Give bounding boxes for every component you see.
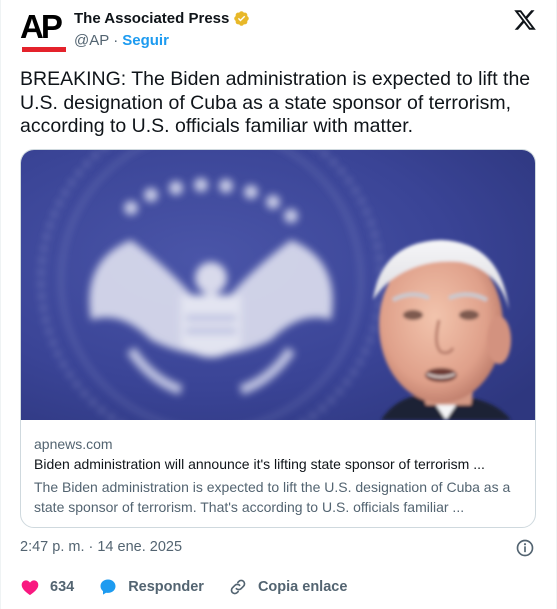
copy-link-label: Copia enlace [257, 579, 348, 595]
reply-button[interactable]: Responder [98, 577, 204, 597]
heart-icon [21, 580, 39, 595]
follow-button[interactable]: Seguir [122, 32, 169, 49]
avatar-logo-text: AP [20, 8, 63, 45]
author-name-row: The Associated Press [74, 10, 250, 27]
info-icon[interactable] [515, 538, 535, 558]
reply-label: Responder [128, 579, 204, 595]
avatar-logo-bar [22, 47, 66, 52]
link-title[interactable]: Biden administration will announce it's … [34, 454, 524, 475]
tweet-timestamp[interactable]: 2:47 p. m. · 14 ene. 2025 [20, 539, 182, 555]
verified-badge-icon [234, 11, 250, 26]
link-preview-card[interactable]: apnews.com Biden administration will ann… [20, 149, 536, 528]
tweet-embed: AP The Associated Press @AP · Seguir BRE… [0, 0, 557, 609]
link-meta: apnews.com Biden administration will ann… [34, 434, 524, 517]
x-logo-icon[interactable] [513, 8, 537, 32]
author-handle-row: @AP · Seguir [74, 32, 169, 49]
link-icon [230, 579, 246, 595]
tweet-text: BREAKING: The Biden administration is ex… [20, 68, 531, 137]
article-photo [21, 150, 535, 420]
author-display-name[interactable]: The Associated Press [74, 10, 229, 27]
like-button[interactable]: 634 [20, 577, 74, 597]
separator-dot: · [113, 32, 119, 49]
copy-link-button[interactable]: Copia enlace [228, 577, 347, 597]
author-handle[interactable]: @AP [74, 32, 109, 49]
link-description: The Biden administration is expected to … [34, 479, 511, 515]
ap-logo-avatar[interactable]: AP [20, 10, 66, 56]
like-count: 634 [50, 579, 75, 595]
reply-bubble-icon [100, 579, 116, 595]
tweet-actions: 634 Responder Copia enlace [20, 577, 371, 597]
link-domain: apnews.com [34, 436, 113, 452]
